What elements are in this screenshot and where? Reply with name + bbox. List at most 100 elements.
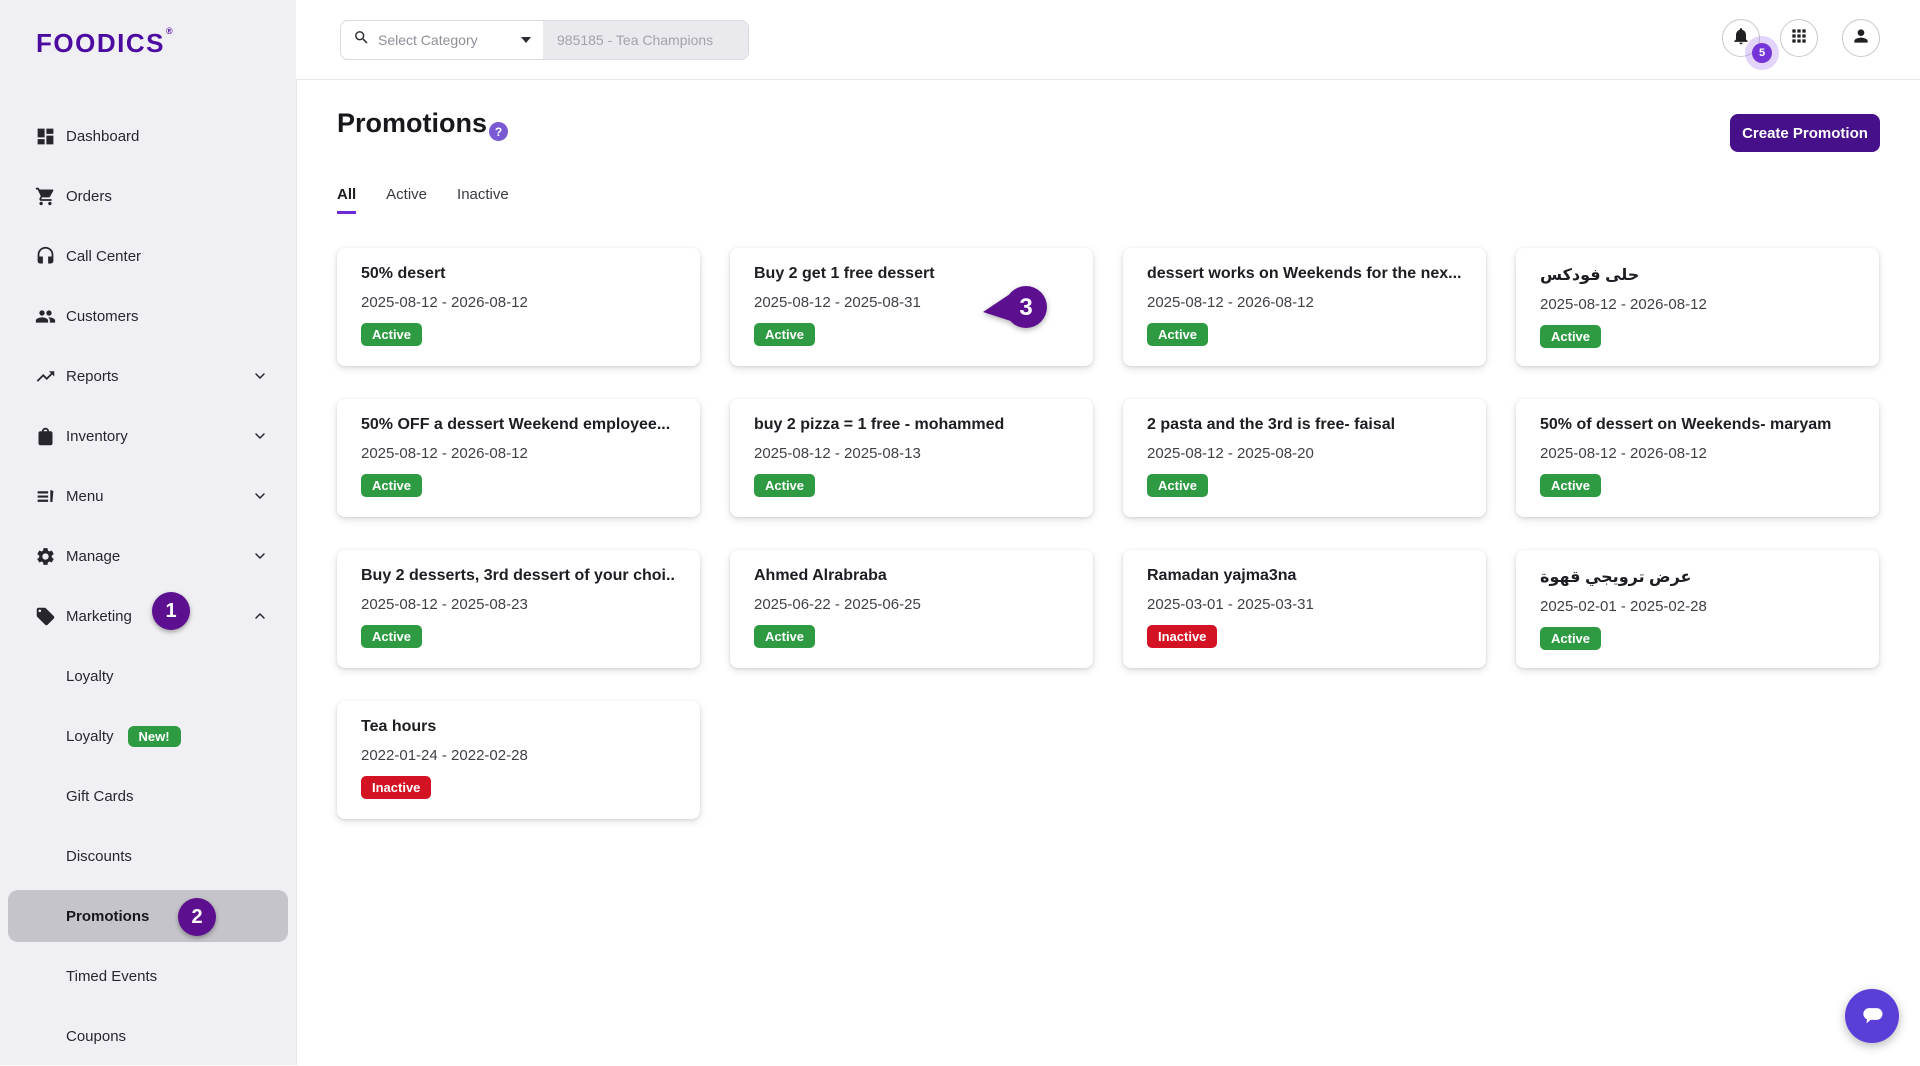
- sidebar-item-orders[interactable]: Orders: [0, 166, 296, 226]
- category-select[interactable]: Select Category: [341, 21, 543, 59]
- sidebar-item-label: Reports: [66, 368, 119, 385]
- promotion-card[interactable]: Tea hours 2022-01-24 - 2022-02-28 Inacti…: [337, 701, 700, 819]
- promotion-title: 2 pasta and the 3rd is free- faisal: [1147, 416, 1462, 434]
- notification-count-badge: 5: [1752, 43, 1772, 63]
- promotion-card[interactable]: Ahmed Alrabraba 2025-06-22 - 2025-06-25 …: [730, 550, 1093, 668]
- category-select-label: Select Category: [378, 32, 513, 48]
- orders-cart-icon: [34, 185, 56, 207]
- promotion-dates: 2025-08-12 - 2026-08-12: [1147, 294, 1462, 311]
- sidebar-item-manage[interactable]: Manage: [0, 526, 296, 586]
- promotion-title: buy 2 pizza = 1 free - mohammed: [754, 416, 1069, 434]
- sidebar-item-label: Inventory: [66, 428, 128, 445]
- promotion-card[interactable]: 2 pasta and the 3rd is free- faisal 2025…: [1123, 399, 1486, 517]
- sidebar-item-timed-events[interactable]: Timed Events: [0, 946, 296, 1006]
- promotion-card[interactable]: 50% OFF a dessert Weekend employee... 20…: [337, 399, 700, 517]
- promotion-dates: 2025-08-12 - 2025-08-20: [1147, 445, 1462, 462]
- sidebar-item-call-center[interactable]: Call Center: [0, 226, 296, 286]
- chevron-down-icon: [252, 428, 268, 444]
- promotion-card[interactable]: Buy 2 desserts, 3rd dessert of your choi…: [337, 550, 700, 668]
- sidebar-item-menu[interactable]: Menu: [0, 466, 296, 526]
- sidebar-item-inventory[interactable]: Inventory: [0, 406, 296, 466]
- status-badge: Active: [361, 323, 422, 346]
- status-badge: Active: [361, 474, 422, 497]
- promotion-title: Buy 2 desserts, 3rd dessert of your choi…: [361, 567, 676, 585]
- sidebar-item-label: Coupons: [66, 1028, 126, 1045]
- topbar: Select Category 985185 - Tea Champions 5: [296, 0, 1920, 80]
- promotion-dates: 2025-06-22 - 2025-06-25: [754, 596, 1069, 613]
- sidebar-item-label: Dashboard: [66, 128, 139, 145]
- create-promotion-button[interactable]: Create Promotion: [1730, 114, 1880, 152]
- sidebar-item-coupons[interactable]: Coupons: [0, 1006, 296, 1066]
- sidebar-item-loyalty-new[interactable]: Loyalty New!: [0, 706, 296, 766]
- sidebar-item-reports[interactable]: Reports: [0, 346, 296, 406]
- tab-inactive[interactable]: Inactive: [457, 186, 509, 214]
- sidebar-item-label: Call Center: [66, 248, 141, 265]
- sidebar-item-label: Timed Events: [66, 968, 157, 985]
- sidebar-item-label: Menu: [66, 488, 104, 505]
- status-badge: Active: [754, 323, 815, 346]
- chevron-down-icon: [521, 37, 531, 43]
- status-badge: Active: [361, 625, 422, 648]
- status-badge: Active: [1540, 325, 1601, 348]
- promotion-card[interactable]: dessert works on Weekends for the nex...…: [1123, 248, 1486, 366]
- chat-launcher-button[interactable]: [1845, 989, 1899, 1043]
- sidebar-item-label: Marketing: [66, 608, 132, 625]
- search-input[interactable]: 985185 - Tea Champions: [543, 21, 748, 59]
- promotion-dates: 2025-08-12 - 2026-08-12: [361, 445, 676, 462]
- tab-active[interactable]: Active: [386, 186, 427, 214]
- promotion-dates: 2025-08-12 - 2025-08-23: [361, 596, 676, 613]
- status-badge: Active: [1540, 627, 1601, 650]
- promotion-title: Buy 2 get 1 free dessert: [754, 265, 1069, 283]
- sidebar-item-label: Manage: [66, 548, 120, 565]
- promotion-title: dessert works on Weekends for the nex...: [1147, 265, 1462, 283]
- promotion-dates: 2025-08-12 - 2025-08-13: [754, 445, 1069, 462]
- chevron-down-icon: [252, 548, 268, 564]
- promotion-card[interactable]: Ramadan yajma3na 2025-03-01 - 2025-03-31…: [1123, 550, 1486, 668]
- marketing-tag-icon: [34, 605, 56, 627]
- trademark-icon: ®: [166, 26, 174, 36]
- promotion-card[interactable]: 50% desert 2025-08-12 - 2026-08-12 Activ…: [337, 248, 700, 366]
- sidebar: FOODICS® Dashboard Orders Call Center Cu…: [0, 0, 297, 1065]
- sidebar-item-label: Loyalty: [66, 728, 114, 745]
- apps-button[interactable]: [1780, 19, 1818, 57]
- sidebar-item-discounts[interactable]: Discounts: [0, 826, 296, 886]
- branch-search: Select Category 985185 - Tea Champions: [340, 20, 749, 60]
- promotion-title: حلى فودكس: [1540, 265, 1855, 285]
- search-icon: [353, 29, 370, 51]
- promotion-card[interactable]: buy 2 pizza = 1 free - mohammed 2025-08-…: [730, 399, 1093, 517]
- promotion-title: عرض ترويجي قهوة: [1540, 567, 1855, 587]
- status-filter-tabs: All Active Inactive: [337, 186, 509, 214]
- chevron-up-icon: [252, 608, 268, 624]
- promotion-card[interactable]: حلى فودكس 2025-08-12 - 2026-08-12 Active: [1516, 248, 1879, 366]
- annotation-pointer-3: 3: [980, 283, 1050, 331]
- sidebar-item-promotions[interactable]: Promotions: [0, 886, 296, 946]
- sidebar-item-label: Gift Cards: [66, 788, 134, 805]
- promotion-dates: 2025-08-12 - 2026-08-12: [1540, 445, 1855, 462]
- sidebar-item-customers[interactable]: Customers: [0, 286, 296, 346]
- headset-icon: [34, 245, 56, 267]
- help-icon[interactable]: ?: [489, 122, 508, 141]
- promotion-title: Ahmed Alrabraba: [754, 567, 1069, 585]
- customers-icon: [34, 305, 56, 327]
- page-title: Promotions: [337, 108, 487, 139]
- dashboard-icon: [34, 125, 56, 147]
- inventory-bag-icon: [34, 425, 56, 447]
- sidebar-item-gift-cards[interactable]: Gift Cards: [0, 766, 296, 826]
- status-badge: Active: [754, 625, 815, 648]
- promotion-dates: 2025-08-12 - 2026-08-12: [361, 294, 676, 311]
- promotions-grid: 50% desert 2025-08-12 - 2026-08-12 Activ…: [337, 248, 1880, 819]
- tab-all[interactable]: All: [337, 186, 356, 214]
- promotion-card[interactable]: عرض ترويجي قهوة 2025-02-01 - 2025-02-28 …: [1516, 550, 1879, 668]
- promotion-card[interactable]: 50% of dessert on Weekends- maryam 2025-…: [1516, 399, 1879, 517]
- sidebar-item-dashboard[interactable]: Dashboard: [0, 106, 296, 166]
- sidebar-item-loyalty[interactable]: Loyalty: [0, 646, 296, 706]
- promotion-title: 50% OFF a dessert Weekend employee...: [361, 416, 676, 434]
- annotation-mark-2: 2: [178, 898, 216, 936]
- account-button[interactable]: [1842, 19, 1880, 57]
- foodics-logo: FOODICS®: [36, 28, 173, 59]
- gear-icon: [34, 545, 56, 567]
- sidebar-item-label: Loyalty: [66, 668, 114, 685]
- sidebar-item-marketing[interactable]: Marketing: [0, 586, 296, 646]
- sidebar-item-label: Discounts: [66, 848, 132, 865]
- new-badge: New!: [128, 726, 181, 747]
